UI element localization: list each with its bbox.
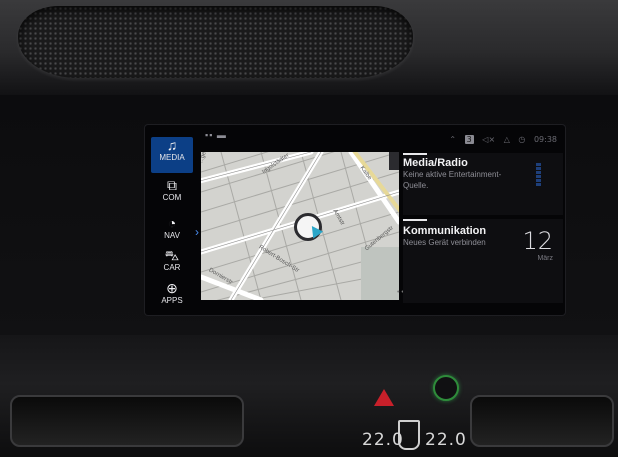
dashboard-top — [0, 0, 618, 95]
navigation-icon: ◔ — [167, 215, 177, 231]
com-widget[interactable]: Kommunikation Neues Gerät verbinden 12 M… — [403, 219, 563, 303]
clock-icon: ◷ — [518, 135, 526, 144]
main-menu-sidebar: ♫ MEDIA ⧉ COM ◔ NAV ⛍ CAR ⊕ APPS — [145, 125, 197, 315]
air-vent-right — [470, 395, 614, 447]
temp-left: 22.0 — [362, 430, 404, 450]
infotainment-screen: ♫ MEDIA ⧉ COM ◔ NAV ⛍ CAR ⊕ APPS › ▪▪ ▬ … — [145, 125, 565, 315]
phone-screen-icon: ⧉ — [167, 177, 177, 193]
speaker-grille — [18, 6, 413, 78]
sidebar-item-label: APPS — [161, 296, 183, 305]
signal-icon: ⌃ — [449, 135, 457, 144]
sim-badge: 3 — [464, 135, 474, 144]
status-bar: ⌃ 3 ◁× △ ◷ 09:38 — [443, 135, 557, 144]
media-widget-subtitle: Keine aktive Entertainment-Quelle. — [403, 170, 502, 190]
sidebar-item-label: CAR — [163, 263, 181, 272]
widget-indicator — [403, 219, 427, 221]
power-button[interactable] — [433, 375, 459, 401]
air-vent-left — [10, 395, 244, 447]
sidebar-item-label: MEDIA — [159, 153, 185, 162]
sidebar-item-label: NAV — [164, 231, 180, 240]
sidebar-item-com[interactable]: ⧉ COM — [151, 177, 193, 213]
media-widget[interactable]: Media/Radio Keine aktive Entertainment-Q… — [403, 153, 563, 215]
split-screen-icon[interactable]: ▪▪ ▬ — [205, 130, 227, 140]
clock-time: 09:38 — [533, 135, 557, 144]
sidebar-item-media[interactable]: ♫ MEDIA — [151, 137, 193, 173]
sidebar-item-apps[interactable]: ⊕ APPS — [151, 280, 193, 315]
sidebar-item-nav[interactable]: ◔ NAV — [151, 215, 193, 251]
car-icon: ⛍ — [164, 247, 180, 263]
calendar-month: März — [537, 255, 553, 262]
mute-icon: ◁× — [482, 135, 496, 144]
navigation-map[interactable]: Ingolstädter Robert-Bosch-Str Dornierstr… — [201, 152, 399, 300]
temp-right: 22.0 — [425, 430, 467, 450]
warning-icon: △ — [503, 135, 510, 144]
sidebar-item-label: COM — [162, 193, 182, 202]
chevron-right-icon[interactable]: › — [195, 225, 199, 239]
sidebar-item-car[interactable]: ⛍ CAR — [151, 247, 193, 283]
music-note-icon: ♫ — [166, 137, 178, 153]
widget-indicator — [403, 153, 427, 155]
calendar-day: 12 — [522, 227, 553, 255]
hazard-button-icon[interactable] — [374, 389, 394, 406]
apps-globe-icon: ⊕ — [166, 280, 178, 296]
equalizer-icon — [536, 163, 541, 187]
